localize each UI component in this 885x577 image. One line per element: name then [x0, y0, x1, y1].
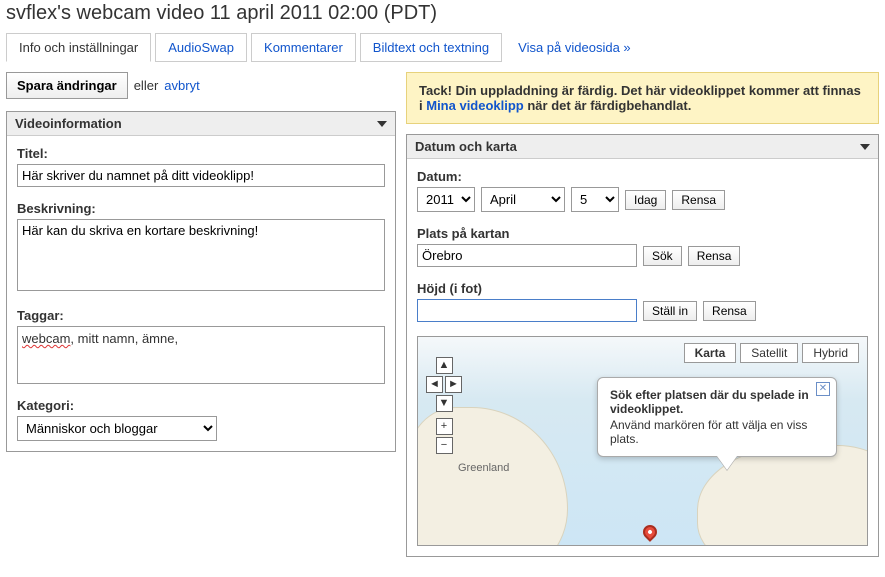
place-input[interactable]: [417, 244, 637, 267]
save-button[interactable]: Spara ändringar: [6, 72, 128, 99]
tab-audioswap[interactable]: AudioSwap: [155, 33, 247, 62]
date-map-panel: Datum och karta Datum: 2011 April 5 Idag…: [406, 134, 879, 557]
chevron-down-icon[interactable]: [860, 144, 870, 150]
my-videos-link[interactable]: Mina videoklipp: [426, 98, 524, 113]
place-label: Plats på kartan: [417, 226, 868, 241]
tab-captions[interactable]: Bildtext och textning: [360, 33, 502, 62]
map-type-satellite[interactable]: Satellit: [740, 343, 798, 363]
tag-rest: , mitt namn, ämne,: [70, 331, 178, 346]
tags-input[interactable]: webcam, mitt namn, ämne,: [17, 326, 385, 384]
description-label: Beskrivning:: [17, 201, 385, 216]
tab-bar: Info och inställningar AudioSwap Komment…: [0, 33, 885, 62]
map-type-map[interactable]: Karta: [684, 343, 737, 363]
year-select[interactable]: 2011: [417, 187, 475, 212]
upload-notice: Tack! Din uppladdning är färdig. Det här…: [406, 72, 879, 124]
map-pan-right[interactable]: ►: [445, 376, 462, 393]
tag-first: webcam: [22, 331, 70, 346]
chevron-down-icon[interactable]: [377, 121, 387, 127]
date-clear-button[interactable]: Rensa: [672, 190, 725, 210]
video-info-panel: Videoinformation Titel: Beskrivning: Här…: [6, 111, 396, 452]
map-pan-left[interactable]: ◄: [426, 376, 443, 393]
view-on-videopage-link[interactable]: Visa på videosida »: [518, 40, 631, 55]
page-title: svflex's webcam video 11 april 2011 02:0…: [0, 0, 885, 33]
title-label: Titel:: [17, 146, 385, 161]
set-button[interactable]: Ställ in: [643, 301, 697, 321]
tags-label: Taggar:: [17, 308, 385, 323]
day-select[interactable]: 5: [571, 187, 619, 212]
map-zoom-in[interactable]: +: [436, 418, 453, 435]
close-icon[interactable]: ✕: [816, 382, 830, 396]
map-tip-bold: Sök efter platsen där du spelade in vide…: [610, 388, 824, 416]
place-clear-button[interactable]: Rensa: [688, 246, 741, 266]
altitude-input[interactable]: [417, 299, 637, 322]
map-zoom-out[interactable]: −: [436, 437, 453, 454]
month-select[interactable]: April: [481, 187, 565, 212]
map-pan-down[interactable]: ▼: [436, 395, 453, 412]
map-tip-text: Använd markören för att välja en viss pl…: [610, 418, 824, 446]
map-pan-up[interactable]: ▲: [436, 357, 453, 374]
map-type-hybrid[interactable]: Hybrid: [802, 343, 859, 363]
date-label: Datum:: [417, 169, 868, 184]
title-input[interactable]: [17, 164, 385, 187]
map-pan-zoom-controls: ▲ ◄► ▼ + −: [426, 357, 462, 454]
description-input[interactable]: Här kan du skriva en kortare beskrivning…: [17, 219, 385, 291]
date-map-header: Datum och karta: [415, 139, 517, 154]
tab-info[interactable]: Info och inställningar: [6, 33, 151, 62]
tab-comments[interactable]: Kommentarer: [251, 33, 356, 62]
category-label: Kategori:: [17, 398, 385, 413]
search-button[interactable]: Sök: [643, 246, 682, 266]
category-select[interactable]: Människor och bloggar: [17, 416, 217, 441]
map-label-greenland: Greenland: [458, 462, 509, 474]
altitude-clear-button[interactable]: Rensa: [703, 301, 756, 321]
video-info-header: Videoinformation: [15, 116, 122, 131]
today-button[interactable]: Idag: [625, 190, 666, 210]
cancel-link[interactable]: avbryt: [164, 78, 199, 93]
or-text: eller: [134, 78, 159, 93]
altitude-label: Höjd (i fot): [417, 281, 868, 296]
map-tooltip: ✕ Sök efter platsen där du spelade in vi…: [597, 377, 837, 457]
map[interactable]: Greenland Karta Satellit Hybrid ▲ ◄► ▼ +…: [417, 336, 868, 546]
